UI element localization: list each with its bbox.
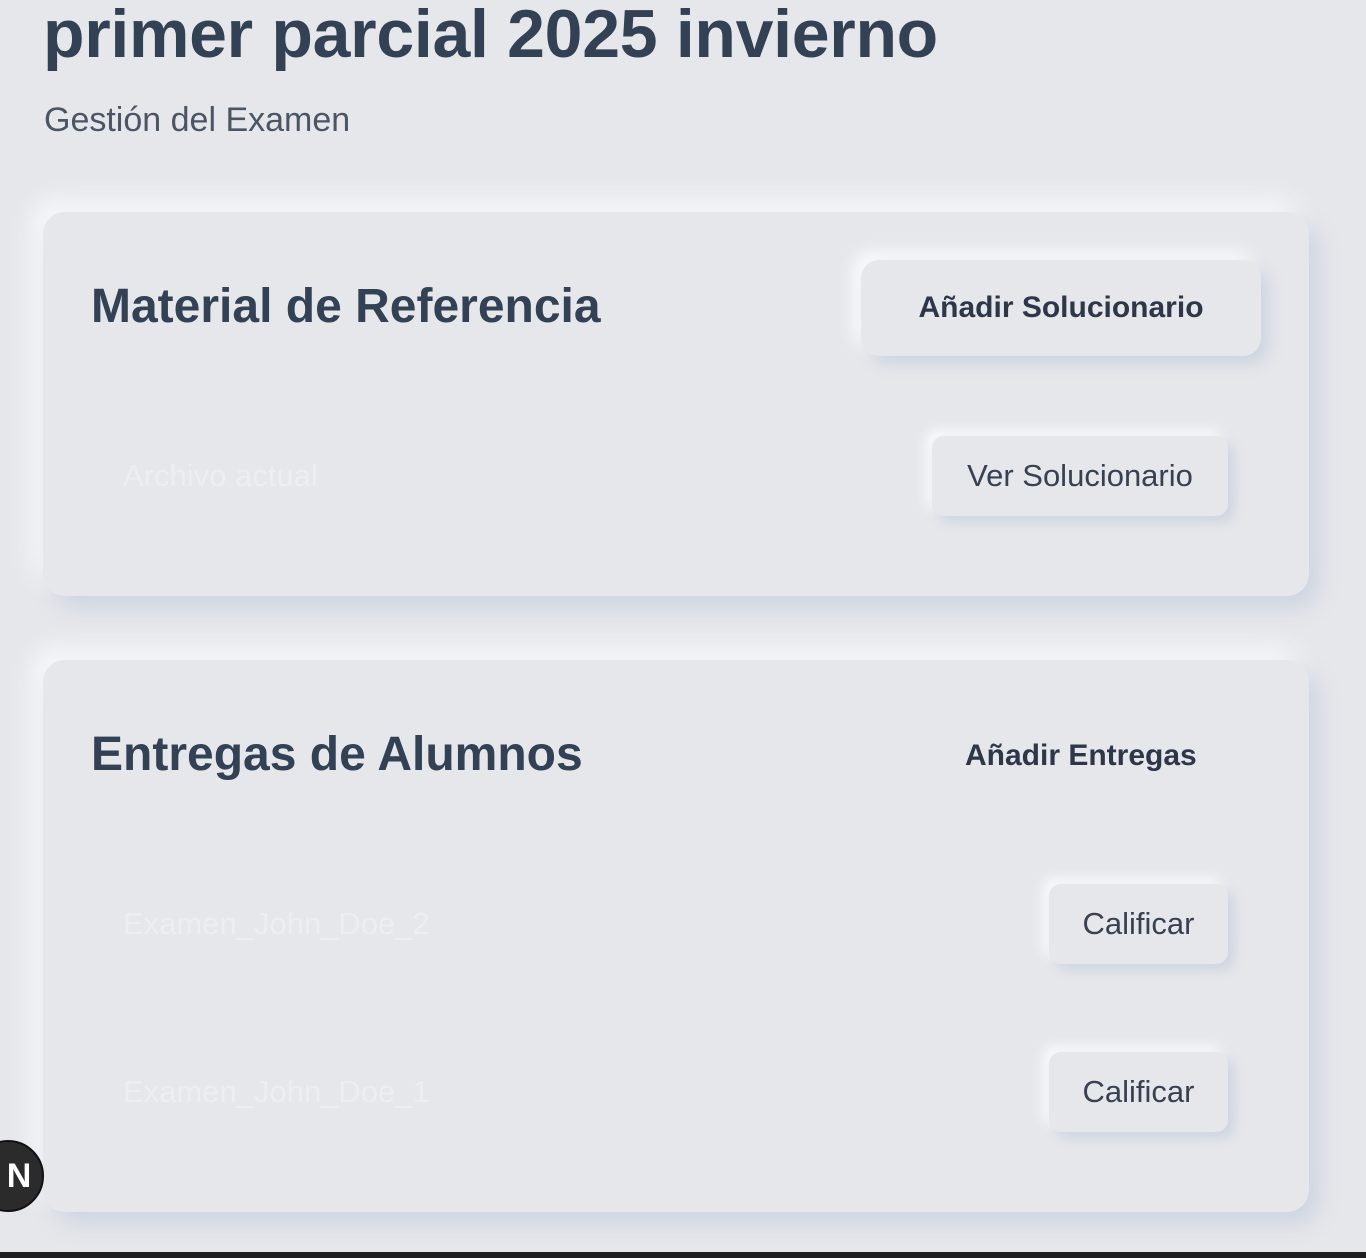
grade-button[interactable]: Calificar: [1049, 884, 1228, 964]
grade-button[interactable]: Calificar: [1049, 1052, 1228, 1132]
submission-file-name: Examen_John_Doe_2: [123, 906, 430, 941]
dev-tools-badge[interactable]: N: [0, 1140, 44, 1212]
view-solution-button[interactable]: Ver Solucionario: [932, 436, 1228, 516]
dev-tools-icon: N: [6, 1156, 32, 1195]
reference-material-title: Material de Referencia: [91, 280, 601, 333]
student-submissions-card: Entregas de Alumnos Añadir Entregas Exam…: [43, 660, 1309, 1212]
page-title: primer parcial 2025 invierno: [43, 0, 938, 72]
page-subtitle: Gestión del Examen: [44, 101, 351, 139]
reference-material-card: Material de Referencia Añadir Solucionar…: [43, 212, 1309, 596]
add-submissions-button[interactable]: Añadir Entregas: [965, 736, 1213, 776]
submission-file-name: Examen_John_Doe_1: [123, 1074, 430, 1109]
add-solution-button[interactable]: Añadir Solucionario: [861, 260, 1261, 356]
bottom-bar: [0, 1252, 1366, 1258]
student-submissions-title: Entregas de Alumnos: [91, 728, 583, 781]
current-file-label: Archivo actual: [123, 458, 318, 493]
